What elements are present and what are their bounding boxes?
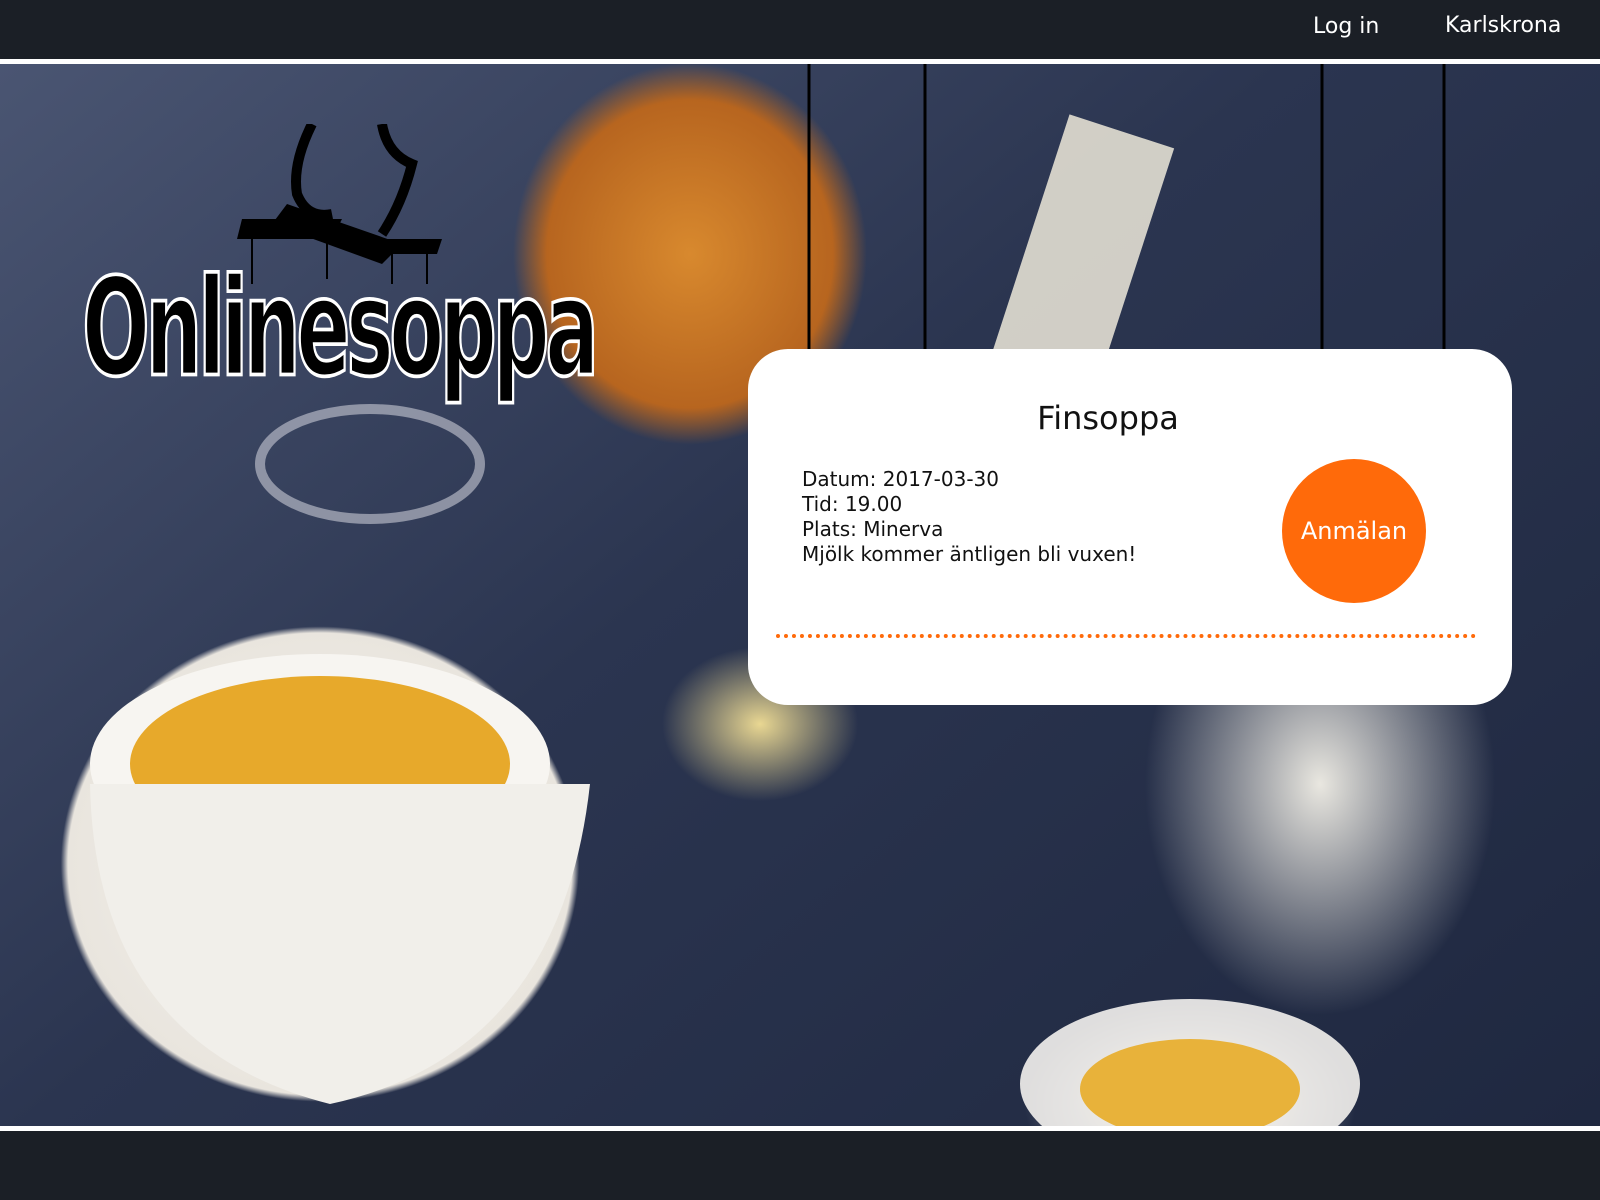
event-details: Datum: 2017-03-30 Tid: 19.00 Plats: Mine…	[802, 467, 1136, 567]
logo-text: Onlinesoppa	[81, 250, 600, 407]
event-card: Finsoppa Datum: 2017-03-30 Tid: 19.00 Pl…	[748, 349, 1512, 705]
event-time: Tid: 19.00	[802, 492, 903, 516]
city-link[interactable]: Karlskrona	[1445, 13, 1561, 38]
onlinesoppa-logo[interactable]: Onlinesoppa	[81, 124, 612, 444]
footer-bar	[0, 1131, 1600, 1200]
event-title: Finsoppa	[1037, 399, 1179, 437]
event-description: Mjölk kommer äntligen bli vuxen!	[802, 542, 1137, 566]
event-place: Plats: Minerva	[802, 517, 944, 541]
top-navigation-bar: Log in Karlskrona	[0, 0, 1600, 59]
dotted-divider	[776, 634, 1476, 638]
login-link[interactable]: Log in	[1313, 14, 1379, 39]
event-date: Datum: 2017-03-30	[802, 467, 999, 491]
signup-button[interactable]: Anmälan	[1282, 459, 1426, 603]
